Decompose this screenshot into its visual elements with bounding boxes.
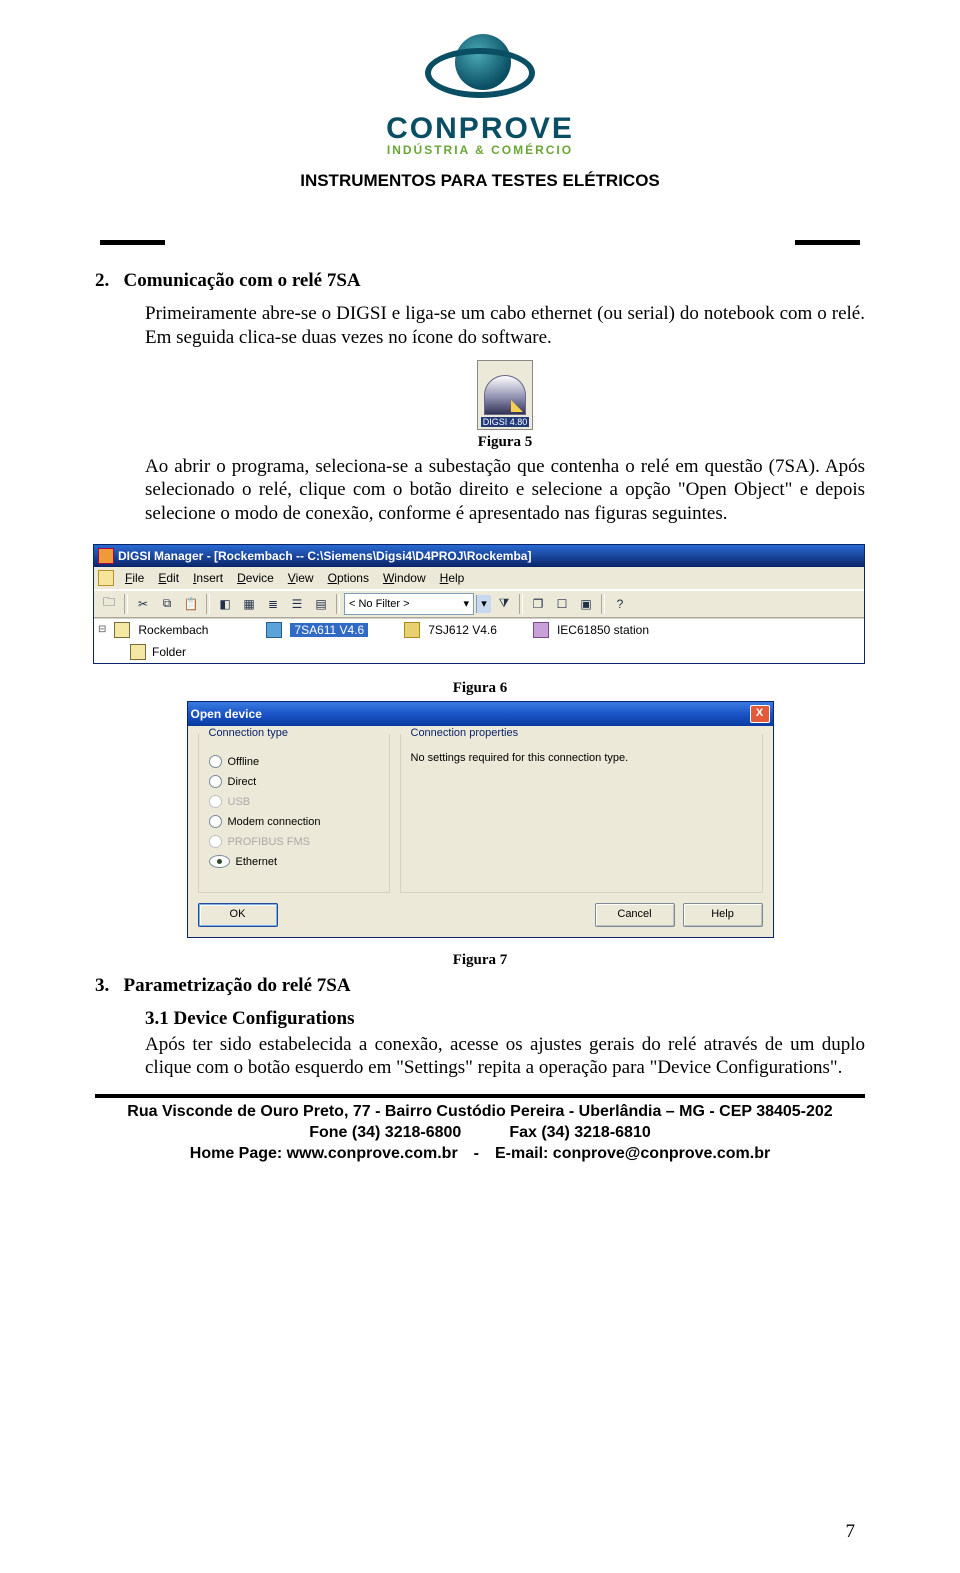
menubar: File Edit Insert Device View Options Win… — [94, 567, 864, 590]
toolbar-paste-icon[interactable]: 📋 — [180, 593, 202, 615]
filter-combo[interactable]: < No Filter > ▾ — [344, 593, 474, 615]
tree-root-label[interactable]: Rockembach — [138, 623, 258, 637]
section-2-para-1: Primeiramente abre-se o DIGSI e liga-se … — [145, 302, 865, 350]
radio-ethernet[interactable]: Ethernet — [209, 852, 379, 872]
cancel-button[interactable]: Cancel — [595, 903, 675, 927]
brand-logo: CONPROVE INDÚSTRIA & COMÉRCIO — [95, 30, 865, 156]
brand-tagline: INSTRUMENTOS PARA TESTES ELÉTRICOS — [95, 171, 865, 191]
window-titlebar[interactable]: DIGSI Manager - [Rockembach -- C:\Siemen… — [94, 545, 864, 567]
digsi-manager-window: DIGSI Manager - [Rockembach -- C:\Siemen… — [93, 544, 865, 664]
group-connection-type: Offline Direct USB Modem connection PROF… — [198, 734, 390, 893]
footer-line-1: Rua Visconde de Ouro Preto, 77 - Bairro … — [95, 1102, 865, 1123]
tree-and-list-row: ⊟ Rockembach 7SA611 V4.6 7SJ612 V4.6 IEC… — [94, 618, 864, 641]
device-7sj612[interactable]: 7SJ612 V4.6 — [428, 623, 497, 637]
toolbar-copy-icon[interactable]: ⧉ — [156, 593, 178, 615]
folder-icon — [130, 644, 146, 660]
window-title: DIGSI Manager - [Rockembach -- C:\Siemen… — [118, 549, 531, 563]
section-2-title: Comunicação com o relé 7SA — [124, 270, 361, 291]
radio-modem[interactable]: Modem connection — [209, 812, 379, 832]
menu-file[interactable]: File — [119, 569, 150, 587]
toolbar-nav3-icon[interactable]: ≣ — [262, 593, 284, 615]
device-iec61850[interactable]: IEC61850 station — [557, 623, 649, 637]
toolbar-detail-icon[interactable]: ▤ — [310, 593, 332, 615]
mdi-icon — [98, 570, 114, 586]
page-header: CONPROVE INDÚSTRIA & COMÉRCIO INSTRUMENT… — [95, 30, 865, 270]
close-icon[interactable]: X — [750, 705, 770, 723]
section-3-para: Após ter sido estabelecida a conexão, ac… — [145, 1033, 865, 1081]
menu-help[interactable]: Help — [434, 569, 471, 587]
toolbar-tile-icon[interactable]: ☐ — [551, 593, 573, 615]
logo-graphic — [425, 30, 535, 110]
footer-rule — [95, 1094, 865, 1098]
radio-icon — [209, 835, 222, 848]
digsi-icon-graphic — [484, 375, 526, 415]
caption-figura-7: Figura 7 — [95, 952, 865, 969]
caption-figura-5: Figura 5 — [145, 434, 865, 451]
section-2-heading: 2. Comunicação com o relé 7SA — [95, 270, 865, 292]
menu-device[interactable]: Device — [231, 569, 280, 587]
dialog-title-text: Open device — [191, 707, 262, 721]
caption-figura-6: Figura 6 — [95, 680, 865, 697]
menu-edit[interactable]: Edit — [152, 569, 185, 587]
radio-icon — [209, 775, 222, 788]
dialog-titlebar[interactable]: Open device X — [188, 702, 773, 726]
menu-window[interactable]: Window — [377, 569, 432, 587]
toolbar: 🗀 ✂ ⧉ 📋 ◧ ▦ ≣ ☰ ▤ < No Filter > ▾ ▾ ⧩ ❐ … — [94, 590, 864, 618]
section-3-sub: 3.1 Device Configurations — [145, 1007, 865, 1031]
radio-profibus: PROFIBUS FMS — [209, 832, 379, 852]
toolbar-cut-icon[interactable]: ✂ — [132, 593, 154, 615]
toolbar-list-icon[interactable]: ☰ — [286, 593, 308, 615]
chevron-down-icon: ▾ — [463, 597, 469, 610]
section-3-number: 3. — [95, 975, 109, 996]
filter-dropdown-button[interactable]: ▾ — [476, 595, 491, 613]
tree-folder-label[interactable]: Folder — [152, 645, 186, 659]
tree-folder-row: Folder — [94, 641, 864, 663]
toolbar-help-icon[interactable]: ? — [609, 593, 631, 615]
ok-button[interactable]: OK — [198, 903, 278, 927]
group-connection-props: No settings required for this connection… — [400, 734, 763, 893]
header-rule-right — [795, 240, 860, 245]
footer-address: Rua Visconde de Ouro Preto, 77 - Bairro … — [95, 1102, 865, 1164]
brand-name: CONPROVE — [95, 114, 865, 144]
station-icon — [533, 622, 549, 638]
brand-subline: INDÚSTRIA & COMÉRCIO — [95, 144, 865, 156]
help-button[interactable]: Help — [683, 903, 763, 927]
menu-view[interactable]: View — [282, 569, 320, 587]
open-device-dialog: Open device X Offline Direct USB — [187, 701, 774, 938]
radio-icon — [209, 855, 230, 868]
radio-usb: USB — [209, 792, 379, 812]
toolbar-funnel-icon[interactable]: ⧩ — [493, 593, 515, 615]
filter-combo-text: < No Filter > — [349, 598, 410, 610]
device-icon — [404, 622, 420, 638]
menu-insert[interactable]: Insert — [187, 569, 229, 587]
tree-toggle-icon[interactable]: ⊟ — [98, 624, 106, 635]
toolbar-nav1-icon[interactable]: ◧ — [214, 593, 236, 615]
digsi-icon-label: DIGSI 4.80 — [481, 417, 530, 427]
toolbar-nav2-icon[interactable]: ▦ — [238, 593, 260, 615]
section-3-title: Parametrização do relé 7SA — [124, 975, 351, 996]
menu-options[interactable]: Options — [322, 569, 375, 587]
app-icon — [98, 548, 114, 564]
radio-direct[interactable]: Direct — [209, 772, 379, 792]
toolbar-cascade-icon[interactable]: ❐ — [527, 593, 549, 615]
radio-icon — [209, 815, 222, 828]
footer-line-3: Home Page: www.conprove.com.br - E-mail:… — [95, 1144, 865, 1165]
radio-icon — [209, 755, 222, 768]
toolbar-props-icon[interactable]: ▣ — [575, 593, 597, 615]
radio-offline[interactable]: Offline — [209, 752, 379, 772]
header-rule-left — [100, 240, 165, 245]
page-number: 7 — [846, 1521, 856, 1543]
device-icon — [266, 622, 282, 638]
connection-props-text: No settings required for this connection… — [411, 752, 752, 764]
section-2-number: 2. — [95, 270, 109, 291]
section-3-heading: 3. Parametrização do relé 7SA — [95, 975, 865, 997]
radio-icon — [209, 795, 222, 808]
digsi-desktop-icon[interactable]: DIGSI 4.80 — [477, 360, 533, 430]
section-2-para-2: Ao abrir o programa, seleciona-se a sube… — [145, 455, 865, 526]
project-icon — [114, 622, 130, 638]
footer-line-2: Fone (34) 3218-6800 Fax (34) 3218-6810 — [95, 1123, 865, 1144]
device-7sa611[interactable]: 7SA611 V4.6 — [290, 623, 368, 637]
dialog-button-row: OK Cancel Help — [188, 897, 773, 937]
toolbar-open-icon[interactable]: 🗀 — [98, 593, 120, 615]
